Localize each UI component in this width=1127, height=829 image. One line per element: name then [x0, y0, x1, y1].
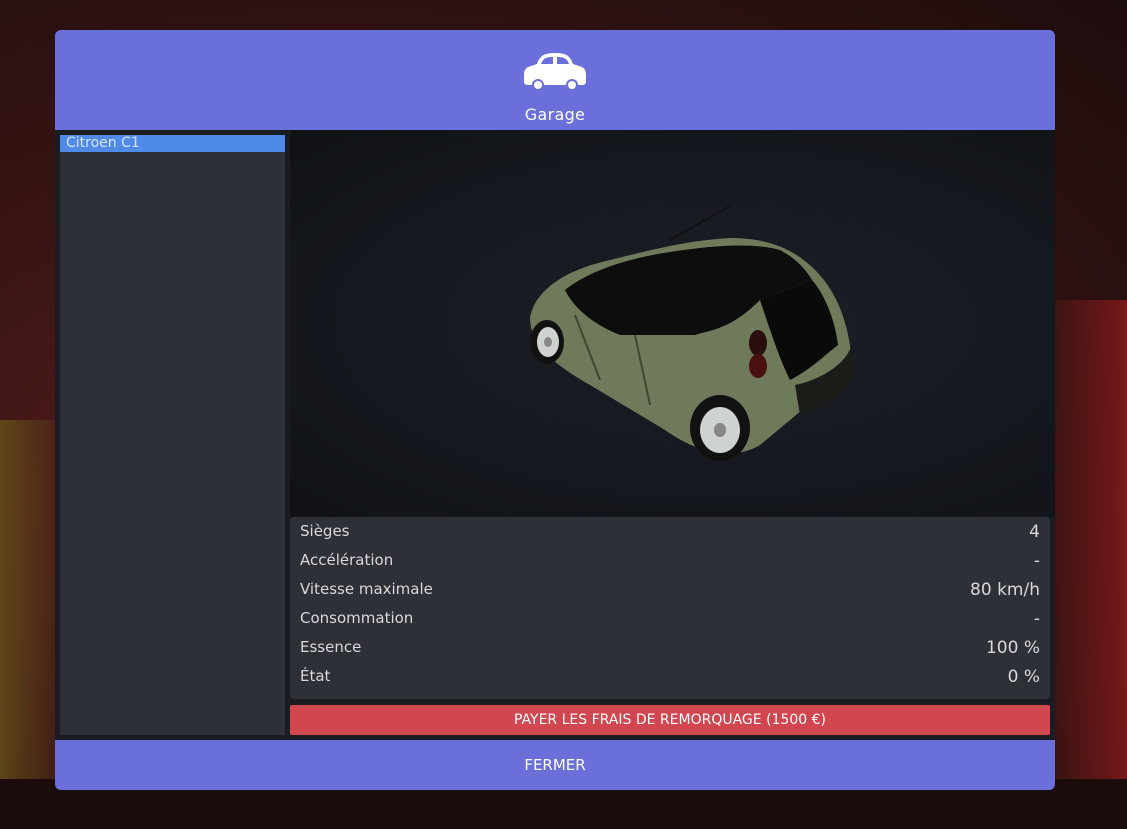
- dialog-title: Garage: [524, 105, 586, 124]
- stat-row-condition: État 0 %: [290, 662, 1050, 691]
- stat-value: 100 %: [985, 638, 1040, 658]
- stat-label: État: [300, 667, 331, 685]
- stat-row-consumption: Consommation -: [290, 604, 1050, 633]
- stat-value: 4: [1029, 522, 1040, 542]
- stat-value: -: [1033, 551, 1040, 571]
- stat-label: Sièges: [300, 522, 350, 540]
- pay-towing-button[interactable]: PAYER LES FRAIS DE REMORQUAGE (1500 €): [290, 705, 1050, 735]
- stat-row-fuel: Essence 100 %: [290, 633, 1050, 662]
- close-button[interactable]: FERMER: [55, 740, 1055, 790]
- stat-label: Accélération: [300, 551, 394, 569]
- dialog-header: Garage: [55, 30, 1055, 130]
- stat-label: Consommation: [300, 609, 414, 627]
- stat-row-acceleration: Accélération -: [290, 546, 1050, 575]
- stat-value: 80 km/h: [970, 580, 1040, 600]
- vehicle-preview-image: [530, 205, 855, 461]
- car-icon: [524, 53, 586, 90]
- stat-row-seats: Sièges 4: [290, 517, 1050, 546]
- garage-dialog: Garage Citroen C1 Sièges 4 Accélération …: [55, 30, 1055, 790]
- vehicle-list-item[interactable]: Citroen C1: [60, 135, 285, 152]
- stat-value: -: [1033, 609, 1040, 629]
- stat-label: Vitesse maximale: [300, 580, 433, 598]
- vehicle-stats-panel: Sièges 4 Accélération - Vitesse maximale…: [290, 517, 1050, 699]
- vehicle-list: Citroen C1: [60, 135, 285, 735]
- vehicle-preview: [290, 130, 1055, 517]
- stat-label: Essence: [300, 638, 362, 656]
- stat-row-max-speed: Vitesse maximale 80 km/h: [290, 575, 1050, 604]
- stat-value: 0 %: [1007, 667, 1040, 687]
